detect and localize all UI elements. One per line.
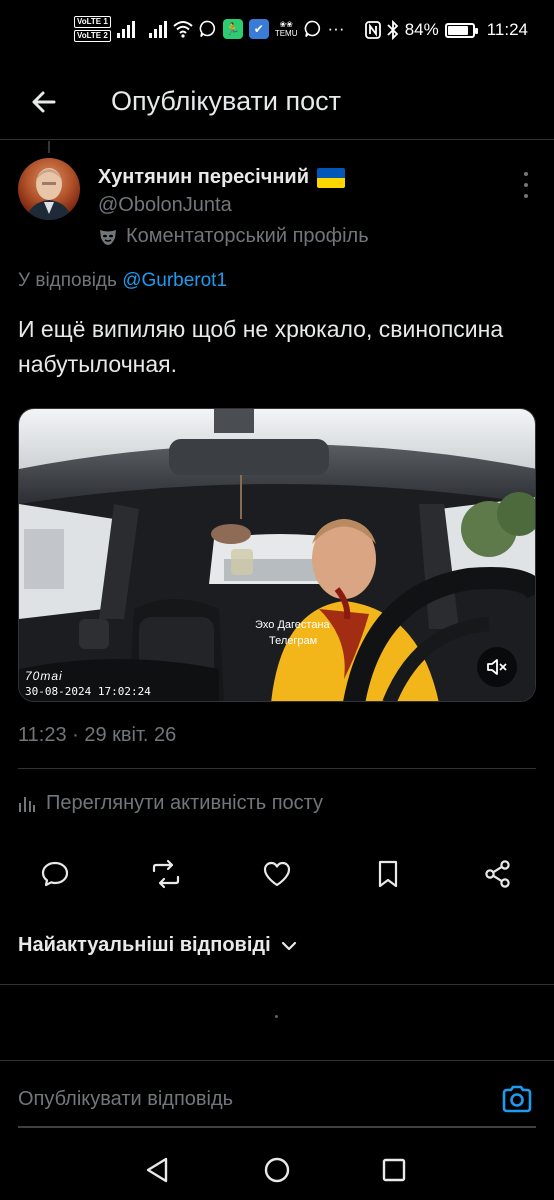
chevron-down-icon [281, 941, 296, 950]
share-icon [485, 860, 510, 888]
fitness-app-icon: 🏃 [222, 19, 243, 39]
status-time: 11:24 [486, 20, 528, 39]
signal-icon [148, 20, 167, 38]
nav-recents-button[interactable] [378, 1154, 410, 1186]
wifi-icon [173, 21, 193, 38]
system-navigation-bar [0, 1140, 554, 1200]
more-options-button[interactable] [520, 172, 532, 198]
reply-mention-link[interactable]: @Gurberot1 [122, 270, 227, 291]
square-recents-icon [382, 1158, 406, 1182]
more-notifications-icon: ··· [327, 19, 345, 38]
repost-icon [152, 859, 180, 889]
bookmark-icon [378, 860, 398, 888]
bar-chart-icon [19, 796, 35, 812]
view-post-activity-link[interactable]: Переглянути активність посту [18, 792, 323, 815]
watermark-line-2: Телеграм [269, 635, 318, 647]
shield-app-icon: ✔ [248, 19, 269, 39]
volte-2-badge: VoLTE 2 [74, 30, 111, 42]
bookmark-button[interactable] [366, 852, 410, 896]
author-handle[interactable]: @ObolonJunta [98, 194, 232, 217]
circle-home-icon [264, 1157, 290, 1183]
flag-ukraine-icon [317, 167, 345, 188]
loading-indicator [275, 1015, 278, 1018]
watermark-line-1: Эхо Дагестана [255, 619, 330, 631]
volte-indicators: VoLTE 1 VoLTE 2 [74, 16, 111, 42]
commentator-profile-label[interactable]: Коментаторський профіль [98, 225, 369, 248]
nav-back-button[interactable] [142, 1154, 174, 1186]
volte-1-badge: VoLTE 1 [74, 16, 111, 28]
post-text: И ещё випиляю щоб не хрюкало, свинопсина… [18, 316, 504, 377]
divider [0, 1060, 554, 1061]
battery-level [447, 25, 468, 35]
bluetooth-icon [387, 20, 398, 40]
signal-icon [116, 20, 135, 38]
post-video[interactable]: Эхо Дагестана Телеграм 70mai 30-08-2024 … [18, 408, 536, 702]
repost-button[interactable] [144, 852, 188, 896]
thread-connector [48, 141, 50, 153]
like-button[interactable] [255, 852, 299, 896]
status-bar-left: VoLTE 1 VoLTE 2 🏃 ✔ ❀❀ TEMU ··· [74, 16, 344, 42]
reply-context: У відповідь @Gurberot1 [18, 270, 227, 292]
status-bar-right: 84% 11:24 [364, 20, 528, 40]
battery-percent: 84% [404, 20, 439, 39]
author-name[interactable]: Хунтянин пересічний [98, 166, 345, 189]
view-post-activity-label: Переглянути активність посту [46, 792, 324, 814]
replies-sort-label: Найактуальніші відповіді [18, 934, 271, 956]
page-title: Опублікувати пост [111, 86, 341, 116]
share-button[interactable] [476, 852, 520, 896]
speaker-muted-icon [487, 659, 507, 675]
status-bar: VoLTE 1 VoLTE 2 🏃 ✔ ❀❀ TEMU ··· 84% 11:24 [0, 0, 554, 66]
temu-app-icon: ❀❀ TEMU [274, 20, 298, 38]
divider [0, 984, 554, 985]
author-display-name: Хунтянин пересічний [98, 166, 309, 188]
triangle-back-icon [146, 1157, 168, 1183]
video-watermark: Эхо Дагестана Телеграм [255, 617, 330, 649]
top-app-bar: Опублікувати пост [0, 68, 554, 140]
camera-button[interactable] [500, 1082, 534, 1116]
viber-icon [304, 20, 320, 37]
video-frame [19, 409, 535, 701]
heart-icon [263, 861, 291, 887]
dashcam-timestamp: 30-08-2024 17:02:24 [25, 685, 151, 698]
mute-toggle-button[interactable] [477, 647, 517, 687]
nfc-icon [364, 21, 381, 39]
dashcam-brand: 70mai [25, 669, 63, 683]
avatar[interactable] [18, 158, 80, 220]
nav-home-button[interactable] [261, 1154, 293, 1186]
reply-input-underline [18, 1126, 536, 1128]
commentator-profile-text: Коментаторський профіль [126, 225, 369, 247]
viber-icon [199, 20, 215, 37]
temu-label: TEMU [274, 29, 298, 38]
battery-icon [444, 22, 478, 38]
back-button[interactable] [26, 84, 62, 120]
mask-icon [100, 229, 116, 245]
post-timestamp: 11:23 · 29 квіт. 26 [18, 724, 177, 746]
reply-button[interactable] [33, 852, 77, 896]
divider [18, 768, 536, 769]
replies-sort-dropdown[interactable]: Найактуальніші відповіді [18, 934, 297, 957]
post-actions-bar [0, 852, 554, 896]
reply-prefix: У відповідь [18, 270, 117, 291]
avatar-portrait [26, 168, 72, 220]
reply-input[interactable]: Опублікувати відповідь [18, 1088, 233, 1111]
comment-icon [41, 861, 69, 887]
camera-icon [502, 1085, 532, 1113]
arrow-left-icon [32, 91, 56, 113]
